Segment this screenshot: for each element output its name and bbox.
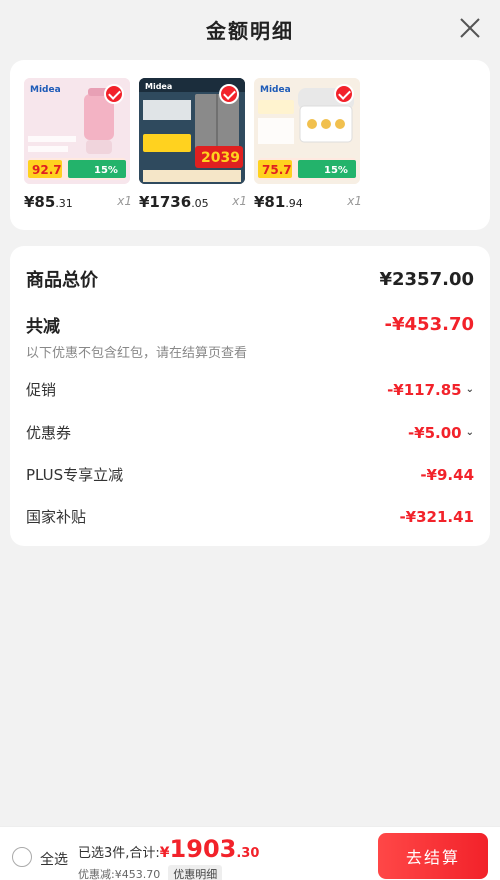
total-price-row: 商品总价 ¥2357.00 xyxy=(26,266,474,292)
svg-text:15%: 15% xyxy=(94,165,118,176)
chevron-down-icon[interactable]: ⌄ xyxy=(466,384,474,395)
discount-summary: 优惠减:¥453.70 优惠明细 xyxy=(78,865,223,880)
discount-row-plus: PLUS专享立减 -¥9.44 xyxy=(26,464,474,485)
product-item[interactable]: Midea 92.7 15% ¥85.31 x1 xyxy=(24,78,134,218)
product-quantity: x1 xyxy=(117,194,132,208)
product-list-card: Midea 92.7 15% ¥85.31 x1 Midea 2039 ¥173… xyxy=(10,60,490,230)
selected-check-icon[interactable] xyxy=(104,84,124,104)
selected-check-icon[interactable] xyxy=(219,84,239,104)
chevron-down-icon[interactable]: ⌄ xyxy=(466,427,474,438)
discount-row-promotion[interactable]: 促销 -¥117.85 ⌄ xyxy=(26,379,474,400)
checkout-bar: 全选 已选3件,合计: ¥ 1903 .30 优惠减:¥453.70 优惠明细 … xyxy=(0,826,500,880)
total-price-label: 商品总价 xyxy=(26,270,98,291)
product-thumbnail[interactable]: Midea 92.7 15% xyxy=(24,78,130,184)
svg-text:Midea: Midea xyxy=(260,85,291,95)
checkout-button[interactable]: 去结算 xyxy=(378,833,488,879)
product-quantity: x1 xyxy=(232,194,247,208)
select-all-radio[interactable] xyxy=(12,847,32,867)
grand-total-integer: 1903 xyxy=(169,835,237,863)
product-thumbnail[interactable]: Midea 75.7 15% xyxy=(254,78,360,184)
discount-value: -¥321.41 xyxy=(399,507,474,526)
product-price: ¥81.94 xyxy=(254,193,303,211)
discount-value: -¥117.85 ⌄ xyxy=(387,380,474,399)
close-icon[interactable] xyxy=(458,16,482,40)
discount-value: -¥5.00 ⌄ xyxy=(407,423,474,442)
svg-text:2039: 2039 xyxy=(201,150,240,166)
product-item[interactable]: Midea 2039 ¥1736.05 x1 xyxy=(139,78,249,218)
product-price: ¥85.31 xyxy=(24,193,73,211)
selected-count-text: 已选3件,合计: xyxy=(78,846,160,861)
price-summary-card: 商品总价 ¥2357.00 共减 -¥453.70 以下优惠不包含红包，请在结算… xyxy=(10,246,490,546)
product-item[interactable]: Midea 75.7 15% ¥81.94 x1 xyxy=(254,78,364,218)
select-all-label[interactable]: 全选 xyxy=(40,849,68,869)
grand-total-currency: ¥ xyxy=(159,845,170,861)
svg-text:75.7: 75.7 xyxy=(262,163,292,177)
total-reduce-label: 共减 xyxy=(26,317,60,337)
svg-text:Midea: Midea xyxy=(30,85,61,95)
discount-label: 国家补贴 xyxy=(26,508,87,526)
discount-value: -¥9.44 xyxy=(420,465,474,484)
grand-total-decimal: .30 xyxy=(236,846,260,861)
product-quantity: x1 xyxy=(347,194,362,208)
discount-label: PLUS专享立减 xyxy=(26,466,124,484)
discount-note: 以下优惠不包含红包，请在结算页查看 xyxy=(26,346,248,361)
product-price: ¥1736.05 xyxy=(139,193,209,211)
total-reduce-row: 共减 -¥453.70 xyxy=(26,312,474,337)
selected-summary: 已选3件,合计: ¥ 1903 .30 xyxy=(78,835,259,863)
selected-check-icon[interactable] xyxy=(334,84,354,104)
page-title: 金额明细 xyxy=(206,18,294,43)
product-thumbnail[interactable]: Midea 2039 xyxy=(139,78,245,184)
page-header: 金额明细 xyxy=(0,0,500,58)
svg-text:Midea: Midea xyxy=(145,82,172,91)
discount-row-coupon[interactable]: 优惠券 -¥5.00 ⌄ xyxy=(26,422,474,443)
discount-label: 促销 xyxy=(26,381,57,399)
discount-label: 优惠券 xyxy=(26,424,72,442)
total-reduce-value: -¥453.70 xyxy=(384,314,474,335)
svg-text:15%: 15% xyxy=(324,165,348,176)
svg-text:92.7: 92.7 xyxy=(32,163,62,177)
discount-detail-button[interactable]: 优惠明细 xyxy=(168,865,223,880)
discount-amount-text: 优惠减:¥453.70 xyxy=(78,868,161,880)
total-price-value: ¥2357.00 xyxy=(379,268,474,290)
discount-row-subsidy: 国家补贴 -¥321.41 xyxy=(26,506,474,527)
